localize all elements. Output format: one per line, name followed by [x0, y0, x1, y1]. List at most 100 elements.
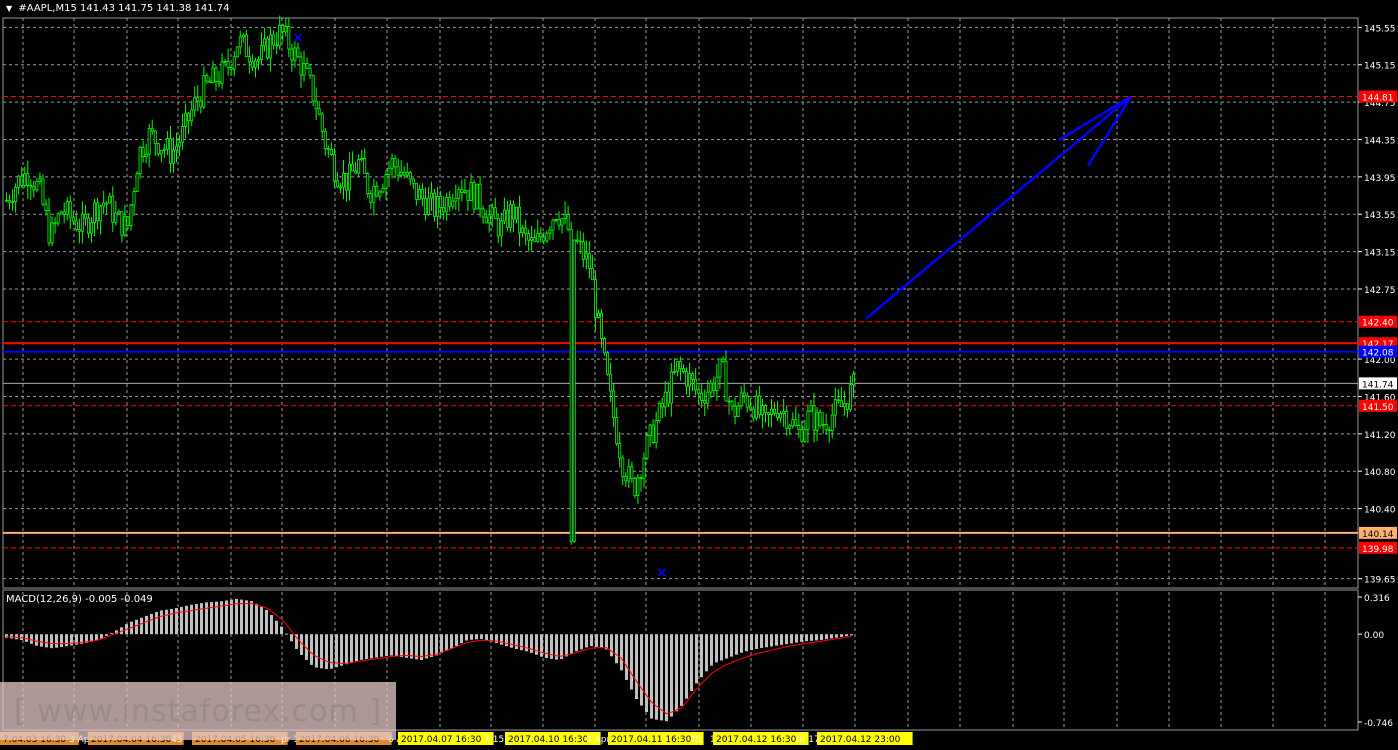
candle-body [11, 201, 15, 204]
candle-body [308, 67, 312, 76]
candle-body [305, 63, 309, 69]
macd-histogram-bar [320, 634, 323, 669]
candle-body [767, 412, 770, 415]
candle-body [263, 38, 267, 47]
candle-body [448, 196, 452, 207]
candle-body [636, 477, 640, 497]
candle-body [126, 216, 130, 226]
candle-body [26, 173, 30, 186]
candle-body [703, 399, 707, 404]
candle-body [311, 74, 315, 102]
candle-body [172, 149, 175, 164]
candle-body [284, 25, 288, 33]
candle-body [326, 148, 330, 150]
candle-body [99, 205, 103, 222]
candle-body [590, 267, 594, 281]
y-tick-label: 141.20 [1364, 431, 1396, 441]
candle-body [423, 198, 427, 215]
candle-body [302, 63, 306, 76]
candle-body [472, 182, 476, 210]
macd-histogram-bar [250, 601, 253, 635]
candle-body [575, 239, 579, 242]
arrow-shaft [865, 95, 1132, 320]
candle-body [190, 109, 194, 122]
candle-body [782, 411, 786, 414]
candle-body [390, 158, 394, 169]
candle-body [776, 412, 780, 419]
macd-histogram-bar [705, 634, 708, 672]
candle-body [162, 148, 166, 151]
candle-body [378, 191, 382, 197]
candle-body [451, 200, 455, 207]
candle-body [788, 425, 792, 429]
y-tick-label: 143.95 [1364, 174, 1396, 184]
ohlc-values: 141.43 141.75 141.38 141.74 [80, 3, 230, 14]
price-chart[interactable]: ×× 145.55145.15144.75144.35143.95143.551… [0, 0, 1398, 750]
candle-body [71, 216, 75, 222]
macd-histogram-bar [275, 620, 278, 635]
candle-body [842, 403, 846, 407]
candle-body [387, 167, 391, 176]
candle-body [357, 159, 361, 174]
candle-body [181, 126, 185, 143]
macd-histogram-bar [370, 634, 373, 659]
macd-y-tick-label: 0.00 [1364, 631, 1384, 641]
macd-histogram-bar [620, 634, 623, 671]
candle-body [739, 392, 743, 407]
macd-histogram-bar [835, 634, 838, 638]
candle-body [111, 195, 115, 223]
candle-body [317, 108, 321, 115]
macd-histogram-bar [260, 606, 263, 635]
candle-body [794, 419, 798, 426]
candle-body [654, 420, 658, 443]
level-tag-label: 140.14 [1362, 530, 1394, 540]
candle-body [742, 392, 746, 397]
macd-histogram-bar [280, 626, 283, 635]
macd-histogram-bar [430, 634, 433, 657]
macd-histogram-bar [670, 634, 673, 717]
candle-body [557, 219, 561, 226]
candle-body [812, 405, 816, 431]
candle-body [32, 186, 36, 191]
candle-body [275, 44, 279, 47]
macd-histogram-bar [105, 634, 108, 636]
candle-body [678, 361, 682, 370]
macd-histogram-bar [460, 634, 463, 644]
candle-body [499, 220, 503, 237]
macd-histogram-bar [690, 634, 693, 692]
macd-histogram-bar [840, 634, 843, 637]
candle-body [763, 405, 767, 414]
macd-histogram-bar [380, 634, 383, 657]
candle-body [114, 212, 118, 223]
candle-body [351, 163, 355, 172]
macd-histogram-bar [645, 634, 648, 713]
candle-body [612, 390, 616, 419]
candle-body [393, 158, 397, 168]
macd-histogram-bar [630, 634, 633, 690]
macd-histogram-bar [425, 634, 428, 659]
candle-body [830, 414, 834, 431]
y-tick-label: 140.80 [1364, 468, 1396, 478]
candle-body [62, 211, 66, 215]
macd-histogram-bar [265, 609, 268, 635]
candle-body [682, 368, 685, 372]
candle-body [700, 392, 704, 401]
macd-histogram-bar [330, 634, 333, 669]
candle-body [712, 382, 716, 391]
candle-body [123, 216, 127, 236]
candle-body [566, 214, 570, 230]
candle-body [23, 173, 27, 186]
macd-histogram-bar [600, 634, 603, 648]
collapse-triangle-icon[interactable]: ▼ [6, 4, 12, 13]
time-label: 2017.04.07 16:30 [401, 735, 482, 745]
candle-body [639, 477, 643, 480]
candle-body [211, 67, 215, 84]
candle-body [250, 61, 254, 68]
macd-histogram-bar [560, 634, 563, 660]
macd-histogram-bar [730, 634, 733, 657]
candle-body [724, 360, 728, 402]
candle-body [138, 146, 142, 174]
candle-body [663, 391, 667, 408]
macd-histogram-bar [780, 634, 783, 645]
candle-body [144, 153, 148, 158]
